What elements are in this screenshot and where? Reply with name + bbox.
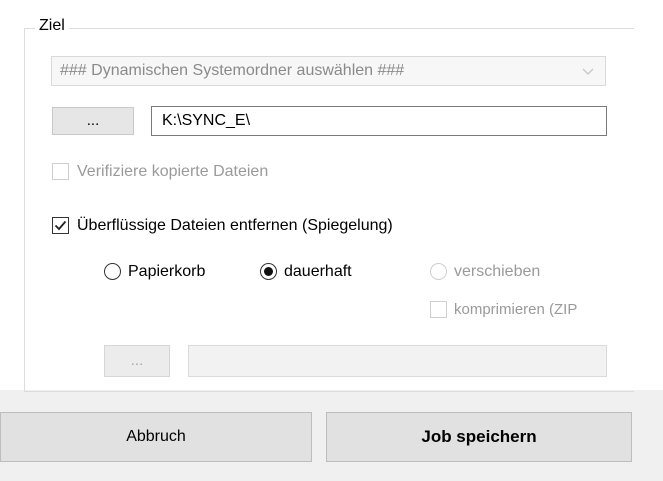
system-folder-dropdown[interactable]: ### Dynamischen Systemordner auswählen #… (51, 56, 606, 86)
radio-verschieben-label: verschieben (454, 263, 541, 280)
compress-checkbox[interactable] (430, 301, 447, 318)
radio-selected-dot (264, 267, 273, 276)
group-title: Ziel (35, 16, 69, 36)
radio-verschieben[interactable] (430, 263, 447, 280)
radio-papierkorb-label: Papierkorb (128, 263, 206, 280)
checkmark-icon (54, 220, 67, 231)
mirror-label: Überflüssige Dateien entfernen (Spiegelu… (77, 217, 393, 234)
move-browse-button[interactable]: ... (104, 345, 170, 377)
browse-button[interactable]: ... (52, 107, 134, 135)
radio-papierkorb[interactable] (104, 263, 121, 280)
cancel-button[interactable]: Abbruch (0, 412, 312, 462)
verify-label: Verifiziere kopierte Dateien (77, 163, 269, 180)
chevron-down-icon (581, 57, 595, 95)
mirror-checkbox[interactable] (52, 217, 69, 234)
save-job-button[interactable]: Job speichern (326, 412, 632, 462)
radio-dauerhaft[interactable] (260, 263, 277, 280)
move-path-input[interactable] (188, 345, 607, 377)
verify-checkbox[interactable] (52, 163, 69, 180)
radio-dauerhaft-label: dauerhaft (284, 263, 352, 280)
dropdown-value: ### Dynamischen Systemordner auswählen #… (60, 62, 405, 79)
target-path-input[interactable]: K:\SYNC_E\ (151, 106, 607, 136)
compress-label: komprimieren (ZIP (454, 301, 578, 318)
